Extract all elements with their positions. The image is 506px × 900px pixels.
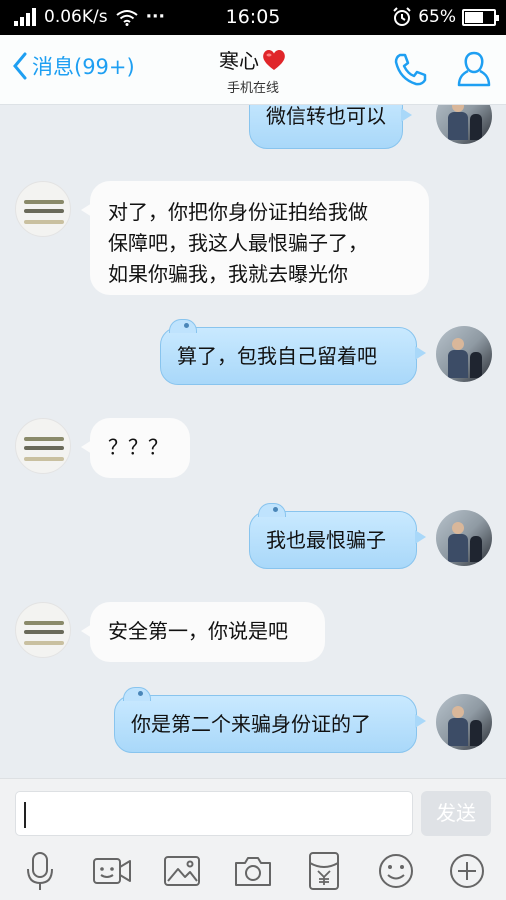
bubble-decoration [258,503,286,517]
microphone-icon [27,852,53,890]
message-line: 保障吧，我这人最恨骗子了， [108,231,368,255]
plus-icon [450,854,484,888]
red-packet-button[interactable] [304,851,344,891]
bubble-decoration [123,687,151,701]
image-button[interactable] [162,851,202,891]
message-text: 微信转也可以 [266,105,386,128]
battery-percent: 65% [418,7,456,27]
video-button[interactable] [92,851,132,891]
my-message-bubble[interactable]: 你是第二个来骗身份证的了 [114,687,426,753]
battery-icon [462,8,499,26]
contact-message-bubble[interactable]: ？？？ [81,418,190,478]
profile-button[interactable] [456,50,492,92]
red-packet-icon [309,852,339,890]
input-bar: 发送 [0,778,506,838]
heart-icon [263,49,285,70]
message-text: 算了，包我自己留着吧 [177,344,377,368]
message-text: 安全第一，你说是吧 [108,619,288,643]
camera-icon [235,857,271,886]
profile-icon [457,51,491,87]
bubble-decoration [169,319,197,333]
my-message-bubble[interactable]: 微信转也可以 [249,105,412,149]
message-line: 对了，你把你身份证拍给我做 [108,200,368,224]
voice-button[interactable] [20,851,60,891]
send-button[interactable]: 发送 [421,791,491,836]
more-button[interactable] [447,851,487,891]
input-toolbar [0,838,506,900]
contact-message-bubble[interactable]: 对了，你把你身份证拍给我做 保障吧，我这人最恨骗子了， 如果你骗我，我就去曝光你 [81,181,429,295]
contact-avatar[interactable] [15,181,71,237]
message-list[interactable]: 微信转也可以 对了，你把你身份证拍给我做 保障吧，我这人最恨骗子了， 如果你骗我… [0,105,506,778]
message-text: 你是第二个来骗身份证的了 [131,712,371,736]
message-text: 我也最恨骗子 [266,528,386,552]
my-avatar[interactable] [436,326,492,382]
contact-avatar[interactable] [15,602,71,658]
phone-icon [394,53,427,86]
emoji-icon [379,854,413,888]
message-text: ？？？ [108,435,168,459]
message-input[interactable] [15,791,413,836]
chat-header: 消息(99+) 寒心 手机在线 [0,35,506,105]
status-right: 65% [392,7,499,27]
camera-button[interactable] [233,851,273,891]
contact-name: 寒心 [219,49,259,73]
contact-message-bubble[interactable]: 安全第一，你说是吧 [81,602,325,662]
text-caret [24,802,26,828]
contact-avatar[interactable] [15,418,71,474]
alarm-icon [393,7,411,26]
my-avatar[interactable] [436,694,492,750]
my-message-bubble[interactable]: 算了，包我自己留着吧 [160,319,426,385]
emoji-button[interactable] [376,851,416,891]
my-message-bubble[interactable]: 我也最恨骗子 [249,503,426,569]
online-status: 手机在线 [226,81,279,96]
my-avatar[interactable] [436,105,492,144]
call-button[interactable] [392,52,428,92]
message-line: 如果你骗我，我就去曝光你 [108,262,348,286]
chat-title: 寒心 手机在线 [0,45,506,96]
status-bar: 0.06K/s ··· 16:05 65% [0,0,506,35]
video-camera-icon [93,858,131,884]
my-avatar[interactable] [436,510,492,566]
image-icon [164,856,200,886]
